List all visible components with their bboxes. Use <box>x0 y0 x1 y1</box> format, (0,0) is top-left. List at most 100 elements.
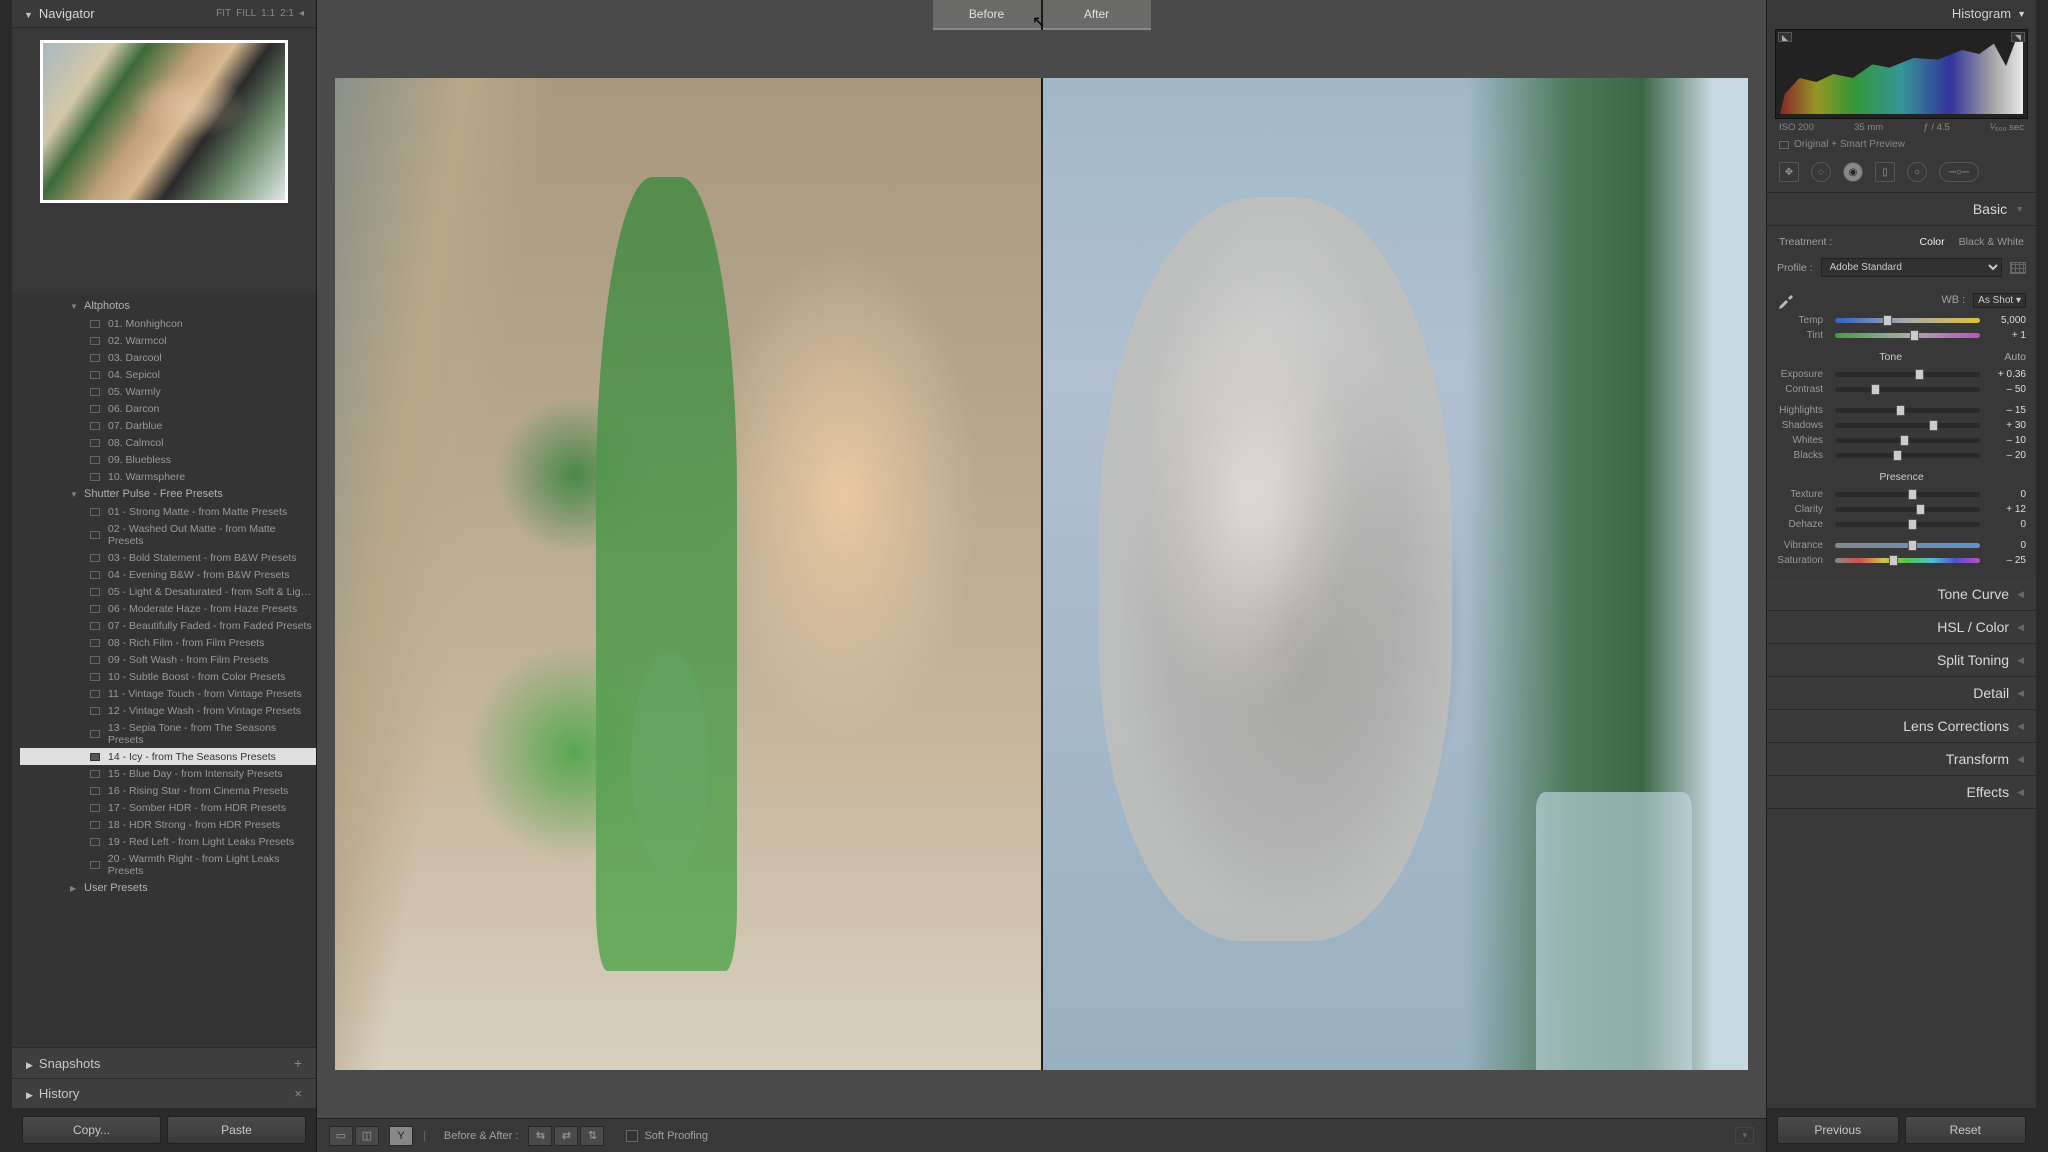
wb-select[interactable]: As Shot ▾ <box>1973 293 2026 308</box>
preset-item[interactable]: 04. Sepicol <box>20 366 316 383</box>
blacks-slider[interactable]: Blacks– 20 <box>1777 448 2026 463</box>
adjust-tool-strip: ✥ ◌ ◉ ▯ ○ ─○─ <box>1767 156 2036 193</box>
preset-item[interactable]: 06 - Moderate Haze - from Haze Presets <box>20 600 316 617</box>
add-snapshot-icon[interactable]: + <box>294 1055 302 1071</box>
panel-hsl-color[interactable]: HSL / Color◀ <box>1767 611 2036 644</box>
whites-slider[interactable]: Whites– 10 <box>1777 433 2026 448</box>
navigator-zoom-options[interactable]: FITFILL1:12:1◂ <box>211 8 304 19</box>
preset-item[interactable]: 20 - Warmth Right - from Light Leaks Pre… <box>20 850 316 879</box>
ba-mode-1[interactable]: ⇆ <box>528 1126 552 1146</box>
before-after-text: Before & After : <box>444 1130 519 1142</box>
right-panel: Histogram▼ ◣◥ ISO 20035 mmƒ / 4.5¹⁄₅₀₀ s… <box>1766 0 2036 1152</box>
vibrance-slider[interactable]: Vibrance0 <box>1777 538 2026 553</box>
soft-proof-checkbox[interactable] <box>626 1130 638 1142</box>
preset-item[interactable]: 19 - Red Left - from Light Leaks Presets <box>20 833 316 850</box>
preset-item[interactable]: 11 - Vintage Touch - from Vintage Preset… <box>20 685 316 702</box>
before-label: Before <box>933 0 1041 30</box>
shadows-slider[interactable]: Shadows+ 30 <box>1777 418 2026 433</box>
wb-dropper-icon[interactable] <box>1777 291 1795 309</box>
preset-folder[interactable]: ▼Shutter Pulse - Free Presets <box>20 485 316 503</box>
preset-item[interactable]: 07. Darblue <box>20 417 316 434</box>
preset-item[interactable]: 06. Darcon <box>20 400 316 417</box>
preset-item[interactable]: 10. Warmsphere <box>20 468 316 485</box>
preset-item[interactable]: 18 - HDR Strong - from HDR Presets <box>20 816 316 833</box>
preset-item[interactable]: 15 - Blue Day - from Intensity Presets <box>20 765 316 782</box>
auto-tone-button[interactable]: Auto <box>2004 351 2026 363</box>
preset-item[interactable]: 02 - Washed Out Matte - from Matte Prese… <box>20 520 316 549</box>
preset-item[interactable]: 04 - Evening B&W - from B&W Presets <box>20 566 316 583</box>
panel-effects[interactable]: Effects◀ <box>1767 776 2036 809</box>
panel-transform[interactable]: Transform◀ <box>1767 743 2036 776</box>
gradient-tool-icon[interactable]: ▯ <box>1875 162 1895 182</box>
loupe-view-button[interactable]: ▭ <box>329 1126 353 1146</box>
preset-item[interactable]: 12 - Vintage Wash - from Vintage Presets <box>20 702 316 719</box>
preset-folder[interactable]: ▶User Presets <box>20 879 316 897</box>
paste-button[interactable]: Paste <box>167 1116 306 1144</box>
preset-item[interactable]: 05 - Light & Desaturated - from Soft & L… <box>20 583 316 600</box>
preset-item[interactable]: 17 - Somber HDR - from HDR Presets <box>20 799 316 816</box>
preset-item[interactable]: 13 - Sepia Tone - from The Seasons Prese… <box>20 719 316 748</box>
before-after-toggle[interactable]: Y <box>389 1126 413 1146</box>
preset-item[interactable]: 08. Calmcol <box>20 434 316 451</box>
preset-item[interactable]: 09 - Soft Wash - from Film Presets <box>20 651 316 668</box>
clip-highlights-icon[interactable]: ◥ <box>2011 32 2025 42</box>
texture-slider[interactable]: Texture0 <box>1777 487 2026 502</box>
temp-slider[interactable]: Temp5,000 <box>1777 313 2026 328</box>
preset-item[interactable]: 09. Bluebless <box>20 451 316 468</box>
history-panel-header[interactable]: ▶History× <box>12 1078 316 1108</box>
previous-button[interactable]: Previous <box>1777 1116 1899 1144</box>
reset-button[interactable]: Reset <box>1905 1116 2027 1144</box>
exposure-slider[interactable]: Exposure+ 0.36 <box>1777 367 2026 382</box>
preset-item[interactable]: 05. Warmly <box>20 383 316 400</box>
treatment-color[interactable]: Color <box>1920 236 1945 248</box>
navigator-thumbnail[interactable] <box>40 40 288 203</box>
snapshots-panel-header[interactable]: ▶Snapshots+ <box>12 1047 316 1078</box>
spot-tool-icon[interactable]: ◌ <box>1811 162 1831 182</box>
preset-item[interactable]: 16 - Rising Star - from Cinema Presets <box>20 782 316 799</box>
preset-item[interactable]: 10 - Subtle Boost - from Color Presets <box>20 668 316 685</box>
clip-shadows-icon[interactable]: ◣ <box>1778 32 1792 42</box>
toolbar-collapse-icon[interactable]: ▾ <box>1735 1127 1754 1144</box>
compare-view-button[interactable]: ◫ <box>355 1126 379 1146</box>
profile-browser-icon[interactable] <box>2010 262 2026 274</box>
presets-panel: ▼Altphotos01. Monhighcon02. Warmcol03. D… <box>12 293 316 1047</box>
preset-item[interactable]: 07 - Beautifully Faded - from Faded Pres… <box>20 617 316 634</box>
saturation-slider[interactable]: Saturation– 25 <box>1777 553 2026 568</box>
bottom-toolbar: ▭ ◫ Y | Before & After : ⇆ ⇄ ⇅ Soft Proo… <box>317 1118 1766 1152</box>
panel-tone-curve[interactable]: Tone Curve◀ <box>1767 578 2036 611</box>
preset-item[interactable]: 03. Darcool <box>20 349 316 366</box>
navigator-header[interactable]: ▼Navigator FITFILL1:12:1◂ <box>12 0 316 28</box>
histogram-chart[interactable]: ◣◥ <box>1775 29 2028 119</box>
preset-item[interactable]: 08 - Rich Film - from Film Presets <box>20 634 316 651</box>
profile-select[interactable]: Adobe Standard <box>1821 258 2002 277</box>
histogram-header[interactable]: Histogram▼ <box>1767 0 2036 27</box>
preset-item[interactable]: 01 - Strong Matte - from Matte Presets <box>20 503 316 520</box>
ba-mode-2[interactable]: ⇄ <box>554 1126 578 1146</box>
preset-item[interactable]: 14 - Icy - from The Seasons Presets <box>20 748 316 765</box>
preset-folder[interactable]: ▼Altphotos <box>20 297 316 315</box>
panel-detail[interactable]: Detail◀ <box>1767 677 2036 710</box>
contrast-slider[interactable]: Contrast– 50 <box>1777 382 2026 397</box>
clarity-slider[interactable]: Clarity+ 12 <box>1777 502 2026 517</box>
ba-mode-3[interactable]: ⇅ <box>580 1126 604 1146</box>
basic-header[interactable]: Basic▼ <box>1767 193 2036 226</box>
brush-tool-icon[interactable]: ─○─ <box>1939 162 1979 182</box>
preset-item[interactable]: 01. Monhighcon <box>20 315 316 332</box>
preset-item[interactable]: 02. Warmcol <box>20 332 316 349</box>
radial-tool-icon[interactable]: ○ <box>1907 162 1927 182</box>
panel-split-toning[interactable]: Split Toning◀ <box>1767 644 2036 677</box>
highlights-slider[interactable]: Highlights– 15 <box>1777 403 2026 418</box>
after-label: After <box>1043 0 1151 30</box>
dehaze-slider[interactable]: Dehaze0 <box>1777 517 2026 532</box>
preset-item[interactable]: 03 - Bold Statement - from B&W Presets <box>20 549 316 566</box>
panel-lens-corrections[interactable]: Lens Corrections◀ <box>1767 710 2036 743</box>
before-after-image[interactable] <box>335 78 1748 1070</box>
smart-preview-row[interactable]: Original + Smart Preview <box>1767 136 2036 156</box>
treatment-bw[interactable]: Black & White <box>1959 236 2024 248</box>
soft-proof-label: Soft Proofing <box>644 1130 708 1142</box>
tint-slider[interactable]: Tint+ 1 <box>1777 328 2026 343</box>
redeye-tool-icon[interactable]: ◉ <box>1843 162 1863 182</box>
crop-tool-icon[interactable]: ✥ <box>1779 162 1799 182</box>
copy-button[interactable]: Copy... <box>22 1116 161 1144</box>
clear-history-icon[interactable]: × <box>294 1086 302 1101</box>
